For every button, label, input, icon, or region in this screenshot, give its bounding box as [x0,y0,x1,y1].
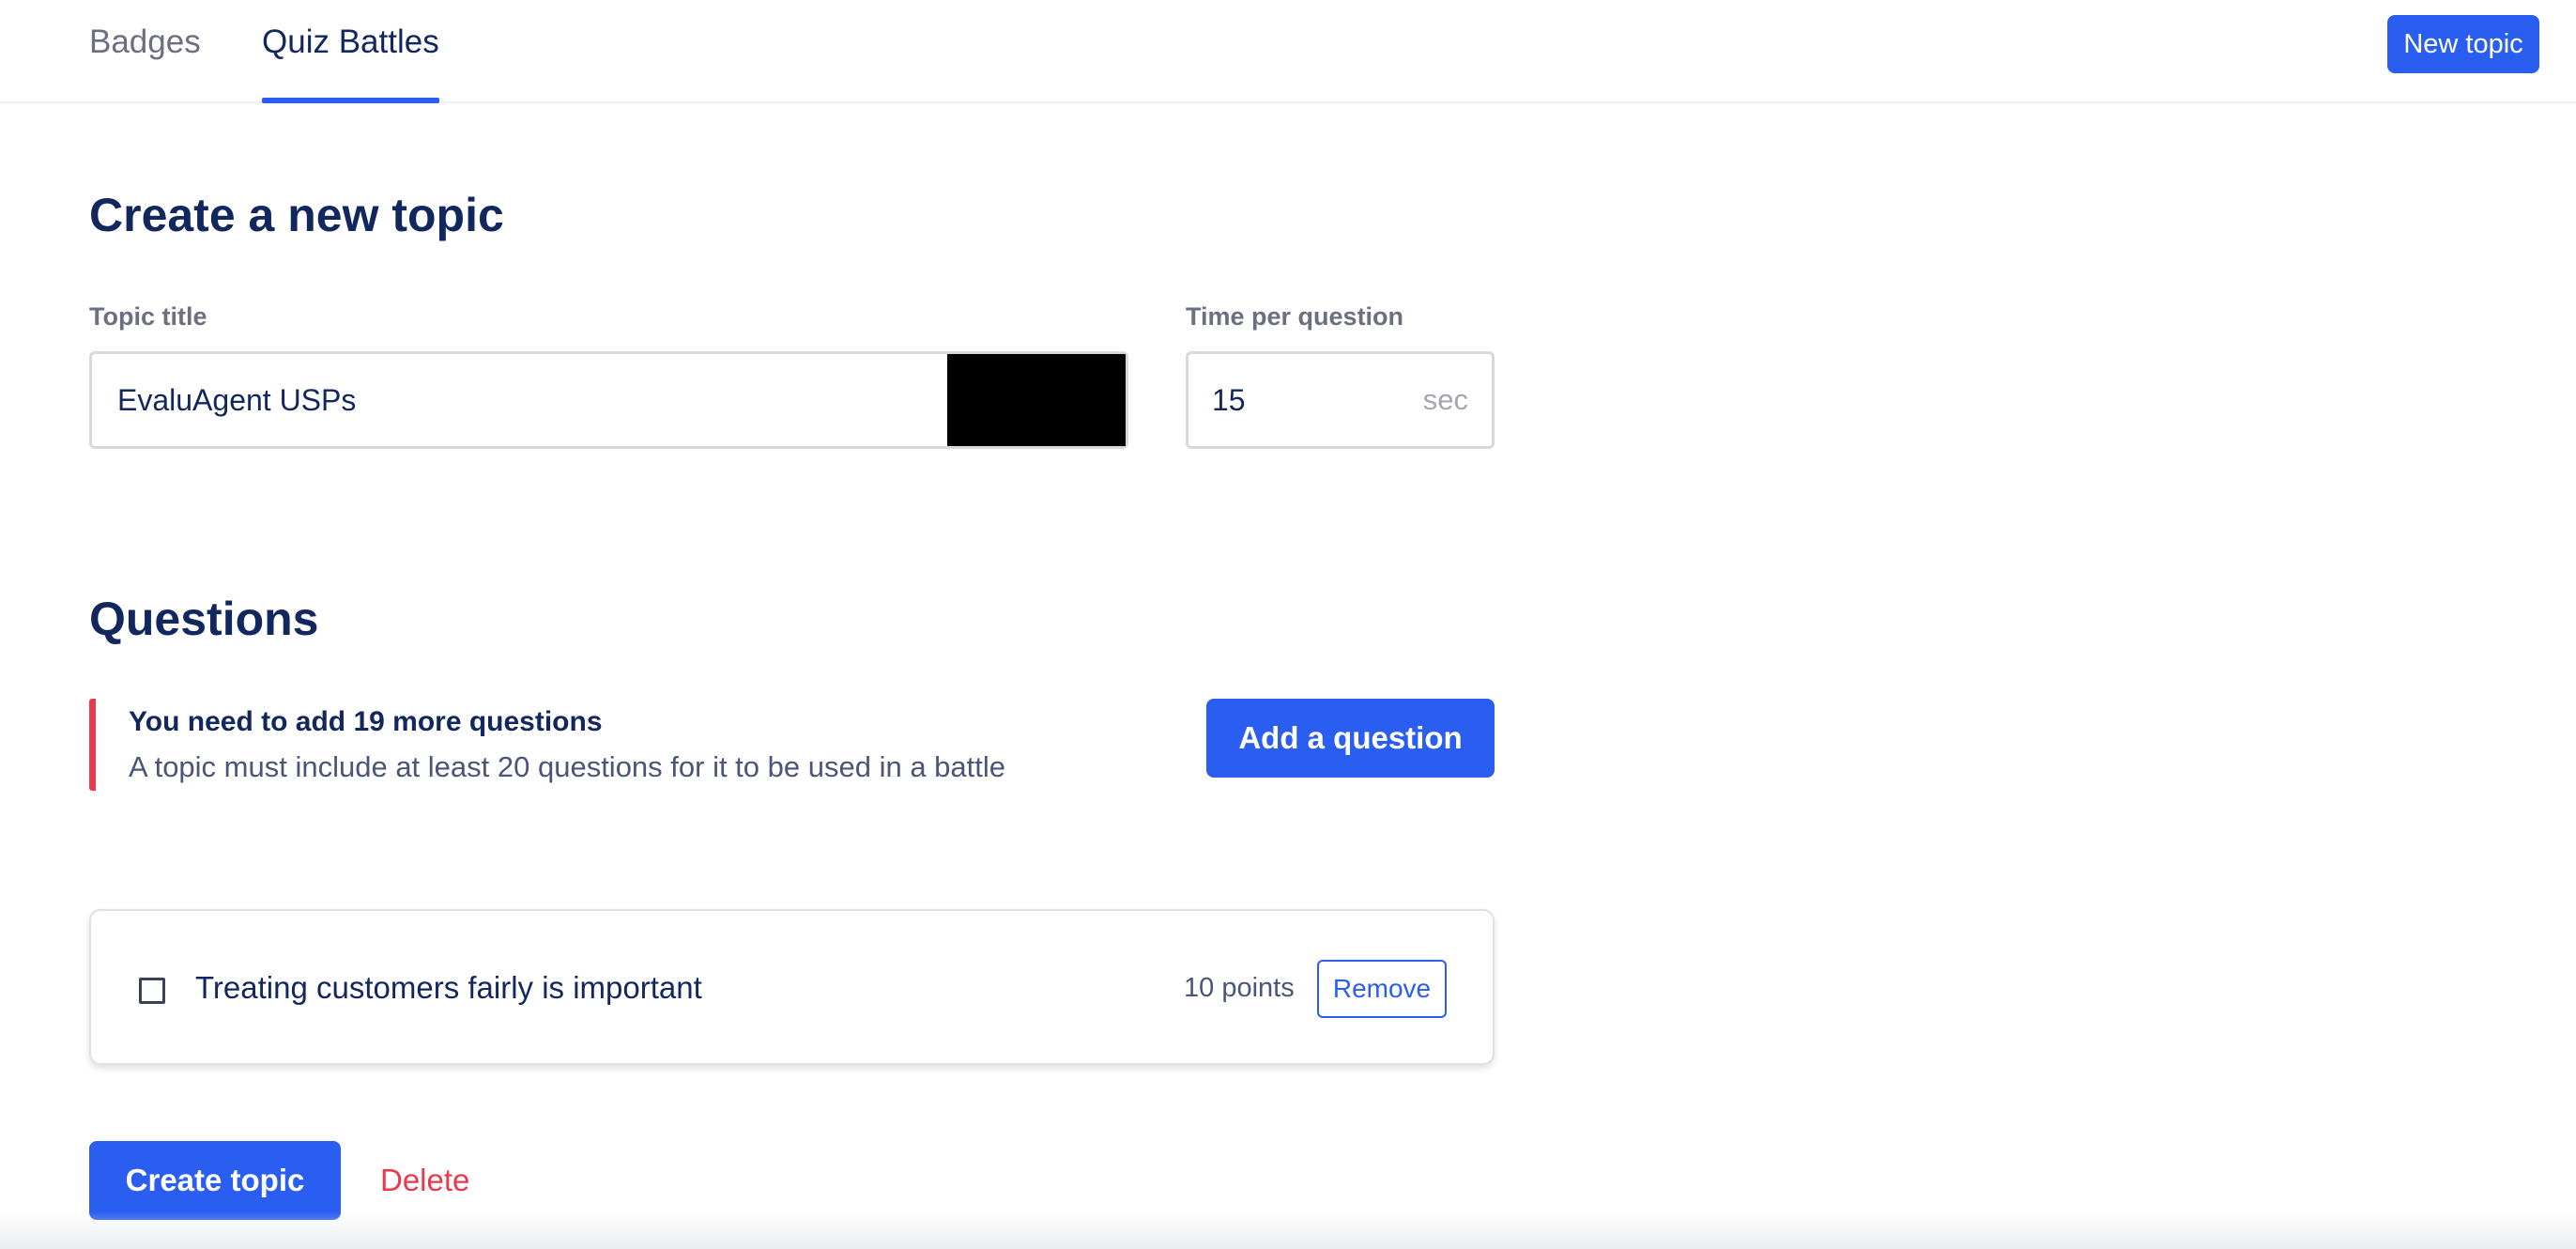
remove-question-button[interactable]: Remove [1317,960,1447,1018]
topic-title-value: EvaluAgent USPs [117,383,357,417]
new-topic-button[interactable]: New topic [2387,15,2539,73]
question-points: 10 points [1184,973,1295,1003]
questions-heading: Questions [89,593,319,645]
question-checkbox[interactable] [139,978,165,1004]
question-item: Treating customers fairly is important 1… [89,909,1495,1065]
time-per-question-input[interactable]: 15 sec [1186,351,1495,449]
questions-warning-alert: You need to add 19 more questions A topi… [89,699,1169,791]
topic-title-input[interactable]: EvaluAgent USPs [89,351,1128,449]
delete-button[interactable]: Delete [380,1141,469,1220]
top-navigation: Badges Quiz Battles New topic [0,0,2576,103]
create-topic-button[interactable]: Create topic [89,1141,341,1220]
page-title: Create a new topic [89,189,504,241]
bottom-fade [0,1211,2576,1249]
alert-message: A topic must include at least 20 questio… [129,750,1006,783]
redacted-area [947,354,1126,446]
time-value: 15 [1212,383,1246,417]
time-per-question-label: Time per question [1186,302,1404,331]
tab-badges[interactable]: Badges [89,0,201,101]
tab-quiz-battles[interactable]: Quiz Battles [262,0,439,103]
add-question-button[interactable]: Add a question [1206,699,1495,778]
question-text: Treating customers fairly is important [195,970,702,1005]
time-unit: sec [1422,383,1468,416]
alert-title: You need to add 19 more questions [129,706,603,737]
topic-title-label: Topic title [89,302,207,331]
